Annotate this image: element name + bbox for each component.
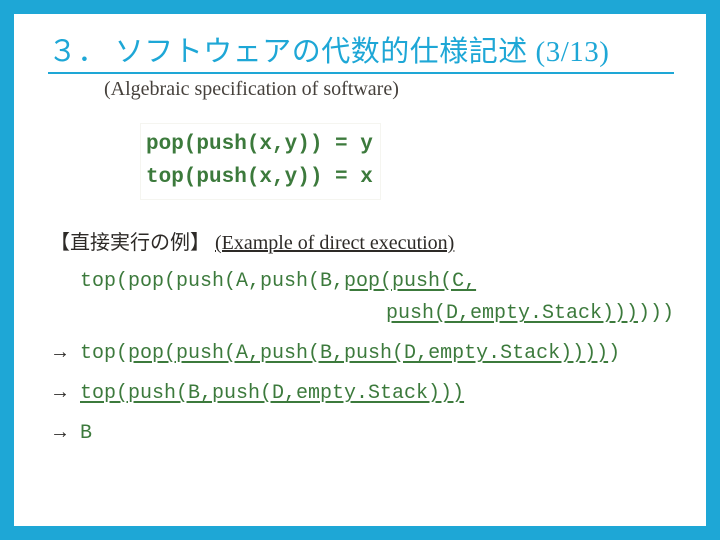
arrow-icon: → (50, 333, 80, 371)
exec-result: B (80, 415, 92, 453)
t-u: push(D,empty.Stack))) (386, 302, 638, 325)
spec-box: pop(push(x,y)) = y top(push(x,y)) = x (140, 123, 381, 200)
example-header-jp: 【直接実行の例】 (50, 232, 210, 254)
example-header-en: (Example of direct execution) (215, 232, 454, 254)
title-pager: (3/13) (536, 36, 610, 68)
exec-text: top(pop(push(A,push(B,push(D,empty.Stack… (80, 335, 620, 373)
t: top(pop(push(A,push(B, (80, 270, 344, 293)
exec-line-3: → B (50, 413, 674, 453)
t-u: pop(push(C, (344, 270, 476, 293)
subtitle: (Algebraic specification of software) (104, 78, 674, 101)
arrow-icon: → (50, 373, 80, 411)
exec-text: push(D,empty.Stack)))))) (66, 295, 674, 333)
exec-text: top(push(B,push(D,empty.Stack))) (80, 375, 464, 413)
slide-title: ３． ソフトウェアの代数的仕様記述 (3/13) (48, 34, 674, 70)
title-block: ３． ソフトウェアの代数的仕様記述 (3/13) (48, 34, 674, 74)
exec-line-1: → top(pop(push(A,push(B,push(D,empty.Sta… (50, 333, 674, 373)
spec-line-1: pop(push(x,y)) = y (146, 129, 373, 162)
title-japanese: ソフトウェアの代数的仕様記述 (115, 36, 528, 68)
t: ))) (638, 302, 674, 325)
t-u: pop(push(A,push(B,push(D,empty.Stack)))) (128, 342, 608, 365)
arrow-icon: → (50, 413, 80, 451)
exec-line-0b: push(D,empty.Stack)))))) (50, 301, 674, 333)
execution-trace: top(pop(push(A,push(B,pop(push(C, push(D… (50, 263, 674, 453)
spec-line-2: top(push(x,y)) = x (146, 162, 373, 195)
exec-line-2: → top(push(B,push(D,empty.Stack))) (50, 373, 674, 413)
example-header: 【直接実行の例】 (Example of direct execution) (50, 226, 674, 255)
slide: ３． ソフトウェアの代数的仕様記述 (3/13) (Algebraic spec… (14, 14, 706, 526)
t: ) (608, 342, 620, 365)
title-number: ３． (48, 36, 107, 68)
t: top( (80, 342, 128, 365)
t-u: top(push(B,push(D,empty.Stack))) (80, 382, 464, 405)
